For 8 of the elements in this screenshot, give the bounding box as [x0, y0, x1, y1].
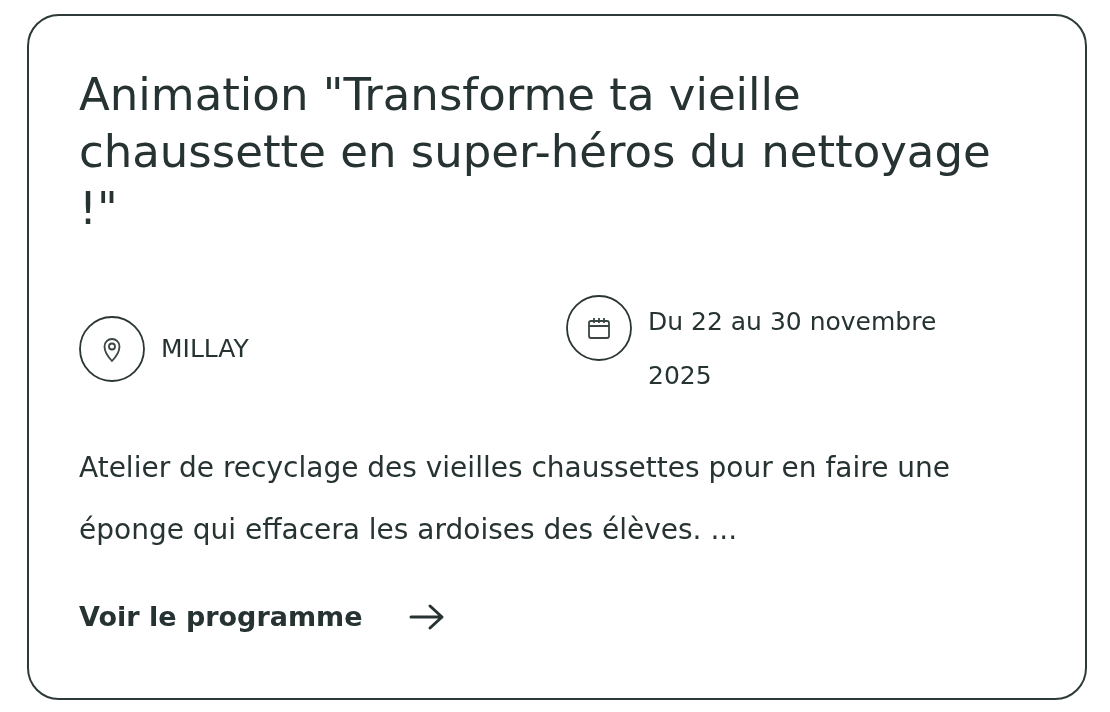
date-text: Du 22 au 30 novembre 2025 — [648, 306, 938, 392]
event-description: Atelier de recyclage des vieilles chaussettes pour en faire une éponge qui effacera les ardoises des élèves. ... — [79, 450, 951, 548]
arrow-right-icon — [408, 603, 445, 631]
location-text: MILLAY — [161, 333, 249, 365]
location-pin-icon — [79, 316, 145, 382]
program-link[interactable]: Voir le programme — [79, 597, 445, 637]
event-title: Animation "Transforme ta vieille chaussette en super-héros du nettoyage !" — [79, 67, 992, 237]
calendar-icon — [566, 295, 632, 361]
